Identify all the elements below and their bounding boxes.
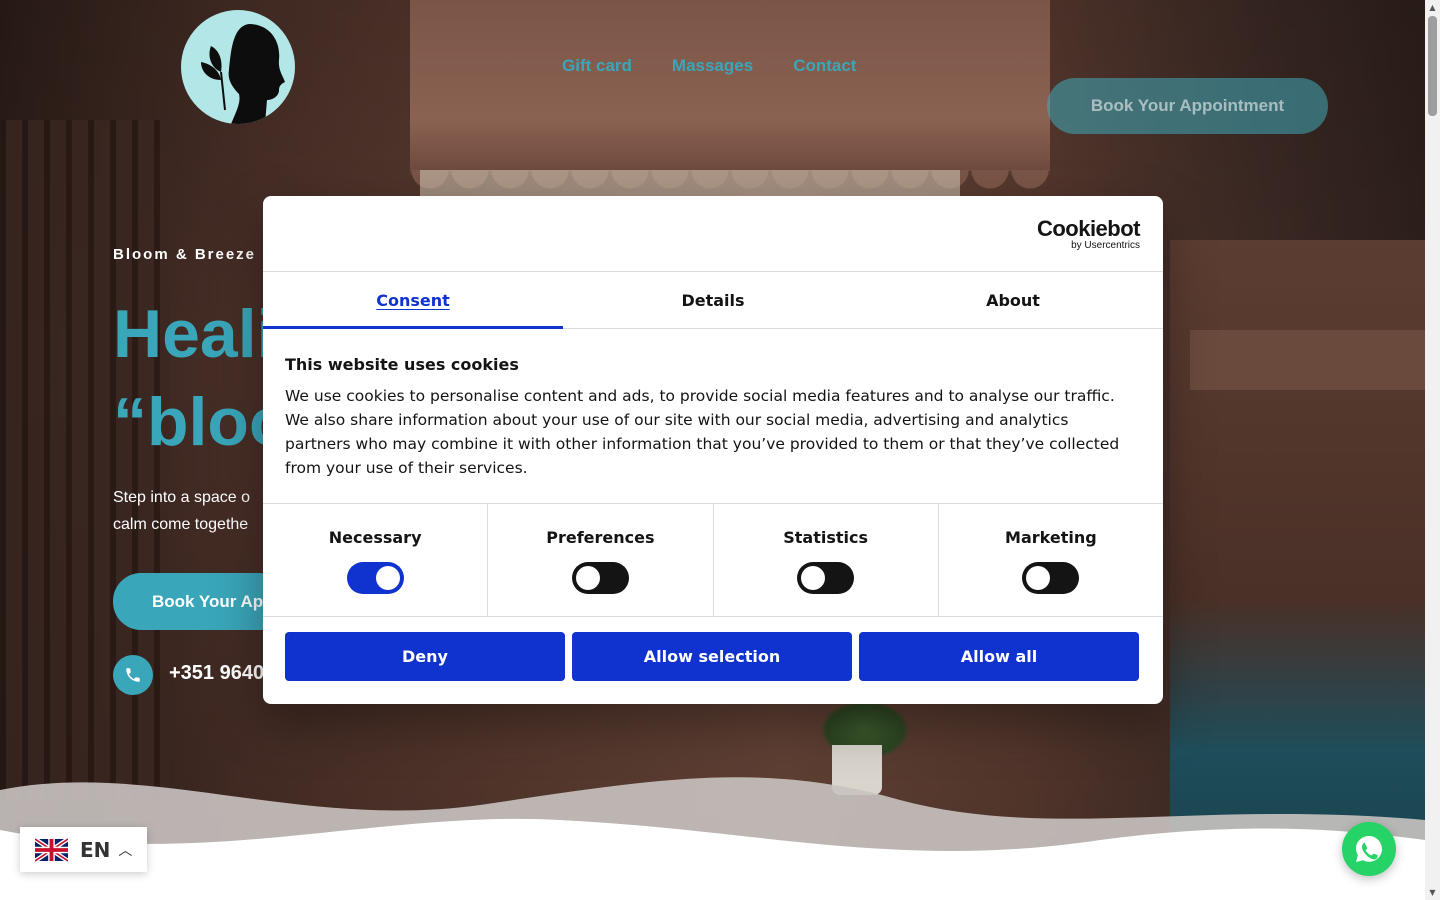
allow-selection-button[interactable]: Allow selection	[572, 632, 852, 681]
tab-consent[interactable]: Consent	[263, 272, 563, 329]
toggle-marketing-group: Marketing	[939, 504, 1163, 616]
language-code: EN	[80, 837, 111, 862]
phone-icon[interactable]	[113, 655, 153, 695]
shop-awning	[410, 0, 1050, 175]
whatsapp-icon	[1356, 836, 1382, 862]
toggle-preferences-label: Preferences	[546, 528, 655, 547]
main-nav: Gift card Massages Contact	[562, 56, 856, 76]
cookie-title: This website uses cookies	[285, 355, 519, 374]
right-awning	[1190, 330, 1425, 390]
wave-divider	[0, 777, 1425, 900]
cookie-toggles: Necessary Preferences Statistics Marketi…	[263, 503, 1163, 617]
whatsapp-chat-button[interactable]	[1342, 822, 1396, 876]
toggle-marketing-label: Marketing	[1005, 528, 1097, 547]
hero-title: Heali “bloo	[113, 290, 263, 466]
book-appointment-header-button[interactable]: Book Your Appointment	[1047, 78, 1328, 134]
cookie-buttons: Deny Allow selection Allow all	[285, 632, 1139, 681]
chevron-up-icon: ︿	[118, 842, 133, 859]
toggle-knob	[575, 566, 600, 590]
deny-button[interactable]: Deny	[285, 632, 565, 681]
tab-about[interactable]: About	[863, 272, 1163, 328]
cookie-consent-dialog: Cookiebot by Usercentrics Consent Detail…	[263, 196, 1163, 704]
scroll-thumb[interactable]	[1428, 16, 1437, 116]
book-appointment-hero-button[interactable]: Book Your Appointment	[113, 573, 273, 630]
phone-number[interactable]: +351 9640	[169, 662, 265, 685]
nav-contact[interactable]: Contact	[793, 56, 856, 76]
toggle-knob	[375, 566, 400, 590]
allow-all-button[interactable]: Allow all	[859, 632, 1139, 681]
toggle-necessary[interactable]	[346, 562, 404, 594]
cookiebot-logo[interactable]: Cookiebot by Usercentrics	[1036, 216, 1141, 251]
hero-title-line1: Heali	[113, 296, 263, 372]
toggle-statistics-label: Statistics	[783, 528, 868, 547]
bloom-breeze-logo[interactable]	[181, 10, 295, 124]
language-switcher[interactable]: EN ︿	[20, 827, 147, 872]
nav-gift-card[interactable]: Gift card	[562, 56, 632, 76]
tab-details[interactable]: Details	[563, 272, 863, 328]
nav-massages[interactable]: Massages	[672, 56, 753, 76]
hero-subtitle: Step into a space o calm come togethe	[113, 484, 263, 538]
toggle-statistics[interactable]	[797, 562, 855, 594]
toggle-marketing[interactable]	[1022, 562, 1080, 594]
hero-subtitle-line1: Step into a space o	[113, 489, 250, 506]
toggle-statistics-group: Statistics	[714, 504, 939, 616]
cookie-tabs: Consent Details About	[263, 271, 1163, 329]
cookiebot-brand: Cookiebot	[1036, 216, 1141, 241]
hero-subtitle-line2: calm come togethe	[113, 516, 249, 533]
toggle-knob	[801, 566, 826, 590]
scroll-up-arrow-icon[interactable]: ▲	[1425, 0, 1440, 15]
hero-eyebrow: Bloom & Breeze M	[113, 246, 277, 263]
page-scrollbar[interactable]: ▲ ▼	[1425, 0, 1440, 900]
toggle-necessary-group: Necessary	[263, 504, 489, 616]
toggle-knob	[1026, 566, 1051, 590]
cookie-description: We use cookies to personalise content an…	[285, 387, 1120, 477]
toggle-necessary-label: Necessary	[328, 528, 422, 547]
hero-title-line2: “bloo	[113, 384, 263, 460]
uk-flag-icon	[35, 836, 68, 863]
toggle-preferences[interactable]	[571, 562, 629, 594]
scroll-down-arrow-icon[interactable]: ▼	[1425, 885, 1440, 900]
toggle-preferences-group: Preferences	[488, 504, 714, 616]
cookiebot-brand-sub: by Usercentrics	[1071, 240, 1140, 251]
